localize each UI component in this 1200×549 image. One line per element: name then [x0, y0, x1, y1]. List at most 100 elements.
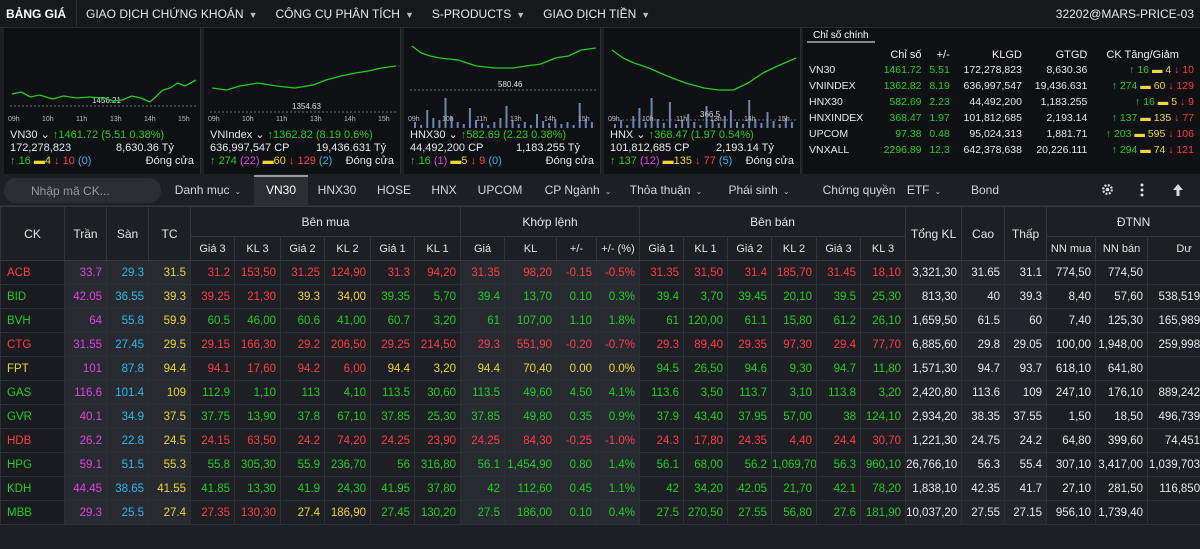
- table-row[interactable]: HDB 26.2 22.8 24.5 24.15 63,50 24.2 74,20 24.25 2…: [0, 428, 1200, 453]
- table-row[interactable]: KDH 44.45 38.65 41.55 41.85 13,30 41.9 24,30 41.…: [0, 476, 1200, 501]
- col-foreign-0[interactable]: NN mua: [1046, 236, 1097, 261]
- search-input[interactable]: [4, 178, 161, 203]
- index-card-hnx30[interactable]: 580.46 09h 10h 11h 13h 14h 15h HNX30 ⌄ ↑582.69 …: [404, 28, 601, 174]
- stock-symbol[interactable]: KDH: [0, 476, 65, 501]
- col-sell-2[interactable]: Giá 2: [727, 236, 772, 261]
- stock-symbol[interactable]: ACB: [0, 260, 65, 285]
- tab-bond[interactable]: Bond: [965, 175, 1005, 206]
- stock-symbol[interactable]: BID: [0, 284, 65, 309]
- col-thap[interactable]: Thấp: [1004, 206, 1048, 261]
- table-row[interactable]: CTG 31.55 27.45 29.5 29.15 166,30 29.2 206,50 29…: [0, 332, 1200, 357]
- col-match-3[interactable]: +/- (%): [596, 236, 640, 261]
- stock-symbol[interactable]: CTG: [0, 332, 65, 357]
- index-card-vn30[interactable]: 1456.21 09h 10h 11h 13h 14h 15h VN30 ⌄ ↑1461.72…: [4, 28, 201, 174]
- chevron-down-icon[interactable]: ⌄: [445, 129, 460, 141]
- col-foreign-1[interactable]: NN bán: [1095, 236, 1149, 261]
- scroll-top-icon[interactable]: [1172, 183, 1184, 197]
- table-cell: 37.5: [148, 404, 191, 429]
- tab-vn30[interactable]: VN30: [254, 175, 308, 206]
- index-row[interactable]: UPCOM 97.38 0.48 95,024,313 1,881.71 ↑ 203 ▬ …: [805, 126, 1198, 142]
- tab-danh-m-c[interactable]: Danh mục ⌄: [168, 175, 248, 206]
- stock-symbol[interactable]: HPG: [0, 452, 65, 477]
- tab-hnx[interactable]: HNX: [424, 175, 464, 206]
- col-san[interactable]: Sàn: [106, 206, 149, 261]
- nav-brand-bang-gia[interactable]: BẢNG GIÁ: [0, 0, 77, 28]
- col-buy-4[interactable]: Giá 1: [370, 236, 415, 261]
- col-tran[interactable]: Trần: [64, 206, 107, 261]
- col-tong-kl[interactable]: Tổng KL: [905, 206, 963, 261]
- tab-etf[interactable]: ETF ⌄: [905, 175, 943, 206]
- chevron-down-icon[interactable]: ⌄: [633, 129, 648, 141]
- col-ck[interactable]: CK: [0, 206, 65, 261]
- table-row[interactable]: FPT 101 87.8 94.4 94.1 17,60 94.2 6,00 94.4 3,20 9…: [0, 356, 1200, 381]
- col-buy-3[interactable]: KL 2: [324, 236, 371, 261]
- col-sell-5[interactable]: KL 3: [859, 236, 907, 261]
- table-row[interactable]: MBB 29.3 25.5 27.4 27.35 130,30 27.4 186,90 27.4…: [0, 500, 1200, 525]
- stock-symbol[interactable]: GAS: [0, 380, 65, 405]
- tab-hose[interactable]: HOSE: [370, 175, 418, 206]
- col-sell-0[interactable]: Giá 1: [639, 236, 684, 261]
- tab-ph-i-sinh[interactable]: Phái sinh ⌄: [724, 175, 794, 206]
- table-cell: -0.15: [556, 260, 597, 285]
- col-buy-1[interactable]: KL 3: [234, 236, 281, 261]
- col-buy-2[interactable]: Giá 2: [280, 236, 325, 261]
- table-cell: 113.6: [961, 380, 1006, 405]
- stock-symbol[interactable]: GVR: [0, 404, 65, 429]
- down-arrow-icon: ↓: [1177, 96, 1189, 108]
- stock-symbol[interactable]: MBB: [0, 500, 65, 525]
- index-card-hnx[interactable]: 366.5 09h 10h 11h 13h 14h 15h HNX ⌄ ↑368.47 (1.…: [604, 28, 801, 174]
- index-row[interactable]: HNXINDEX 368.47 1.97 101,812,685 2,193.14 ↑ 1…: [805, 110, 1198, 126]
- nav-giao-dich-tien[interactable]: GIAO DỊCH TIỀN ▼: [534, 0, 659, 28]
- more-vertical-icon[interactable]: [1140, 183, 1144, 197]
- tab-chi-so-chinh[interactable]: Chỉ số chính: [807, 28, 875, 43]
- account-id[interactable]: 32202@MARS-PRICE-03: [1056, 0, 1194, 28]
- tab-th-a-thu-n[interactable]: Thỏa thuận ⌄: [626, 175, 706, 206]
- unchanged-icon: ▬: [259, 155, 274, 167]
- table-cell: 27.5: [639, 500, 684, 525]
- index-row[interactable]: VN30 1461.72 5.51 172,278,823 8,630.36 ↑ 16 ▬…: [805, 62, 1198, 78]
- stock-symbol[interactable]: BVH: [0, 308, 65, 333]
- nav-s-products[interactable]: S-PRODUCTS ▼: [423, 0, 534, 28]
- col-match-1[interactable]: KL: [504, 236, 557, 261]
- chevron-down-icon[interactable]: ⌄: [252, 129, 267, 141]
- table-cell: 165,989,19: [1147, 308, 1200, 333]
- col-match-0[interactable]: Giá: [460, 236, 505, 261]
- col-match-2[interactable]: +/-: [556, 236, 597, 261]
- col-tc[interactable]: TC: [148, 206, 191, 261]
- col-cao[interactable]: Cao: [961, 206, 1006, 261]
- nav-cong-cu-phan-tich[interactable]: CÔNG CỤ PHÂN TÍCH ▼: [267, 0, 423, 28]
- index-row[interactable]: VNXALL 2296.89 12.3 642,378,638 20,226.111 ↑ …: [805, 142, 1198, 158]
- stock-symbol[interactable]: FPT: [0, 356, 65, 381]
- index-card-vnindex[interactable]: 1354.63 09h 10h 11h 13h 14h 15h VNIndex ⌄ ↑1362…: [204, 28, 401, 174]
- col-buy-0[interactable]: Giá 3: [190, 236, 235, 261]
- nav-giao-dich-chung-khoan[interactable]: GIAO DỊCH CHỨNG KHOÁN ▼: [77, 0, 267, 28]
- price-line-segment: [149, 96, 156, 103]
- table-cell: 24.2: [1004, 428, 1048, 453]
- time-tick: 09h: [408, 116, 420, 123]
- chevron-down-icon[interactable]: ⌄: [38, 129, 53, 141]
- index-row[interactable]: VNINDEX 1362.82 8.19 636,997,547 19,436.631 ↑…: [805, 78, 1198, 94]
- col-foreign-2[interactable]: Dư: [1147, 236, 1200, 261]
- table-cell: 31.35: [460, 260, 505, 285]
- col-sell-4[interactable]: Giá 3: [816, 236, 861, 261]
- index-name: HNX: [610, 129, 634, 141]
- col-buy-5[interactable]: KL 1: [414, 236, 461, 261]
- col-sell-1[interactable]: KL 1: [683, 236, 728, 261]
- table-row[interactable]: GVR 40.1 34.9 37.5 37.75 13,90 37.8 67,10 37.85 2…: [0, 404, 1200, 429]
- table-row[interactable]: BID 42.05 36.55 39.3 39.25 21,30 39.3 34,00 39.3…: [0, 284, 1200, 309]
- tab-ch-ng-quy-n[interactable]: Chứng quyền: [812, 175, 906, 206]
- tab-hnx30[interactable]: HNX30: [314, 175, 360, 206]
- table-row[interactable]: BVH 64 55.8 59.9 60.5 46,00 60.6 41,00 60.7 3,20 6…: [0, 308, 1200, 333]
- table-row[interactable]: ACB 33.7 29.3 31.5 31.2 153,50 31.25 124,90 31.3…: [0, 260, 1200, 285]
- table-row[interactable]: GAS 116.6 101.4 109 112.9 1,10 113 4,10 113.5 30,…: [0, 380, 1200, 405]
- col-sell-3[interactable]: KL 2: [771, 236, 817, 261]
- table-cell: 270,50: [683, 500, 728, 525]
- table-cell: 2,934,20: [905, 404, 963, 429]
- table-row[interactable]: HPG 59.1 51.5 55.3 55.8 305,30 55.9 236,70 56 316…: [0, 452, 1200, 477]
- stock-symbol[interactable]: HDB: [0, 428, 65, 453]
- gear-icon[interactable]: [1101, 183, 1114, 196]
- tab-upcom[interactable]: UPCOM: [470, 175, 530, 206]
- tab-cp-ng-nh[interactable]: CP Ngành ⌄: [536, 175, 620, 206]
- table-cell: 0.10: [556, 500, 597, 525]
- index-row[interactable]: HNX30 582.69 2.23 44,492,200 1,183.255 ↑ 16 ▬…: [805, 94, 1198, 110]
